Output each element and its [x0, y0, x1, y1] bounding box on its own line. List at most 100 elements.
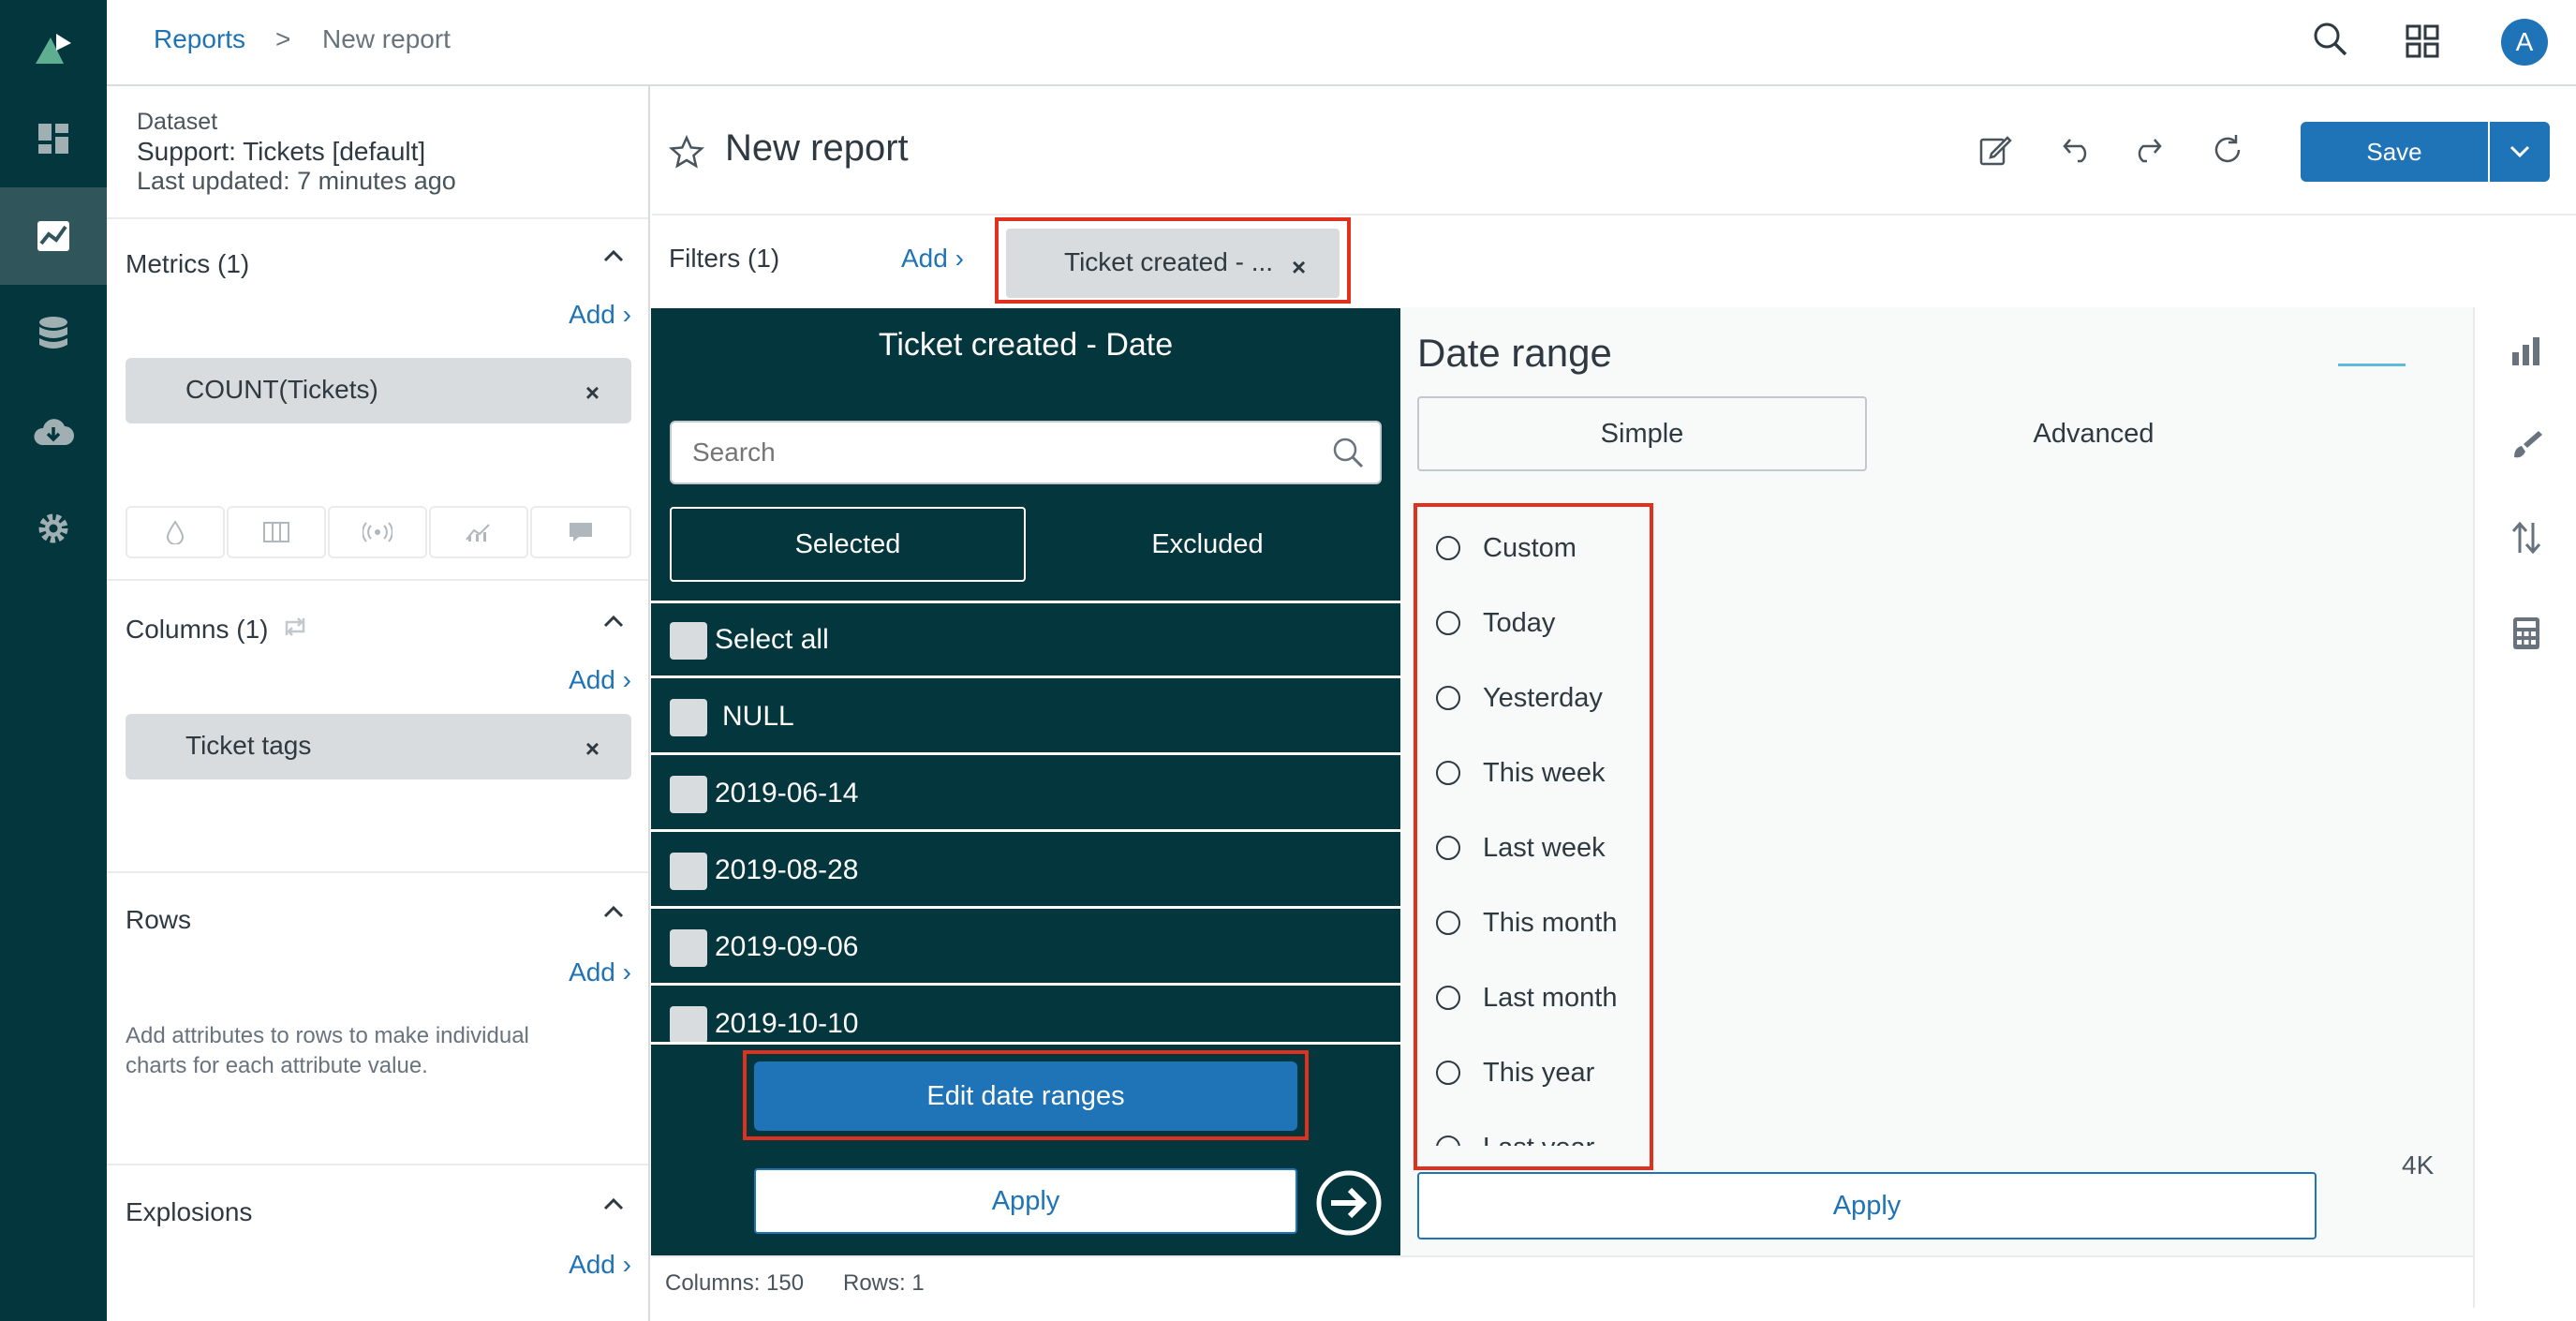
checkbox[interactable]	[670, 699, 707, 736]
dataset-heading: Dataset	[137, 109, 218, 135]
column-tool-icon[interactable]	[227, 506, 326, 558]
metric-label: COUNT(Tickets)	[185, 375, 378, 404]
remove-metric-icon[interactable]: ×	[585, 378, 600, 408]
add-metric-link[interactable]: Add ›	[569, 300, 631, 330]
list-item[interactable]: 2019-06-14	[651, 757, 1400, 832]
tab-advanced[interactable]: Advanced	[1869, 396, 2318, 471]
remove-column-icon[interactable]: ×	[585, 735, 600, 764]
add-filter-link[interactable]: Add ›	[901, 244, 964, 274]
download-cloud-icon[interactable]	[0, 382, 107, 480]
report-title[interactable]: New report	[725, 127, 909, 170]
metric-tools-toolbar	[126, 506, 631, 558]
highlight-box	[995, 217, 1351, 304]
add-column-link[interactable]: Add ›	[569, 665, 631, 695]
favorite-star-icon[interactable]	[668, 134, 705, 173]
top-bar: Reports > New report A	[107, 0, 2576, 86]
list-item-label: 2019-08-28	[715, 854, 859, 885]
add-explosion-link[interactable]: Add ›	[569, 1250, 631, 1280]
legend-line	[2338, 364, 2406, 366]
user-avatar[interactable]: A	[2501, 19, 2548, 66]
chevron-up-icon[interactable]	[603, 615, 624, 632]
columns-heading: Columns (1)	[126, 615, 269, 644]
save-options-chevron-icon[interactable]	[2490, 122, 2550, 182]
chevron-up-icon[interactable]	[603, 1197, 624, 1215]
breadcrumb-reports-link[interactable]: Reports	[154, 24, 245, 54]
explosions-heading: Explosions	[126, 1197, 253, 1226]
list-item-label: 2019-10-10	[715, 1008, 859, 1039]
status-footer: Columns: 150 Rows: 1	[652, 1255, 2473, 1308]
reports-icon[interactable]	[0, 187, 107, 285]
checkbox[interactable]	[670, 929, 707, 967]
filter-search-input[interactable]	[674, 424, 1292, 481]
edit-pencil-icon[interactable]	[1978, 133, 2012, 171]
chevron-up-icon[interactable]	[603, 905, 624, 923]
divider	[107, 579, 648, 581]
dataset-name[interactable]: Support: Tickets [default]	[137, 137, 425, 167]
apps-grid-icon[interactable]	[2406, 24, 2439, 63]
filter-values-panel: Ticket created - Date Selected Excluded …	[651, 308, 1400, 1255]
list-item[interactable]: 2019-09-06	[651, 911, 1400, 986]
calculator-icon[interactable]	[2512, 616, 2540, 655]
rows-hint: Add attributes to rows to make individua…	[126, 1023, 529, 1078]
rows-heading: Rows	[126, 905, 192, 934]
checkbox[interactable]	[670, 1006, 707, 1044]
list-item[interactable]: 2019-08-28	[651, 834, 1400, 909]
search-icon[interactable]	[1331, 436, 1365, 474]
chevron-up-icon[interactable]	[603, 249, 624, 267]
swap-icon[interactable]	[281, 613, 309, 646]
tab-selected[interactable]: Selected	[670, 507, 1026, 582]
highlight-box	[743, 1050, 1309, 1140]
logo-icon[interactable]	[0, 0, 107, 97]
drop-icon[interactable]	[126, 506, 225, 558]
list-item-label: Select all	[715, 624, 829, 655]
column-pill[interactable]: Ticket tags ×	[126, 714, 631, 779]
date-range-apply-button[interactable]: Apply	[1417, 1172, 2317, 1239]
undo-icon[interactable]	[2061, 135, 2095, 168]
report-config-panel: Dataset Support: Tickets [default] Last …	[107, 86, 650, 1321]
list-item-label: NULL	[722, 701, 794, 732]
divider	[107, 1164, 648, 1165]
signal-icon[interactable]	[328, 506, 427, 558]
filter-search-box	[670, 421, 1382, 484]
trend-chart-icon[interactable]	[429, 506, 528, 558]
report-header: New report Save	[652, 86, 2576, 215]
filter-values-list[interactable]: Select all NULL 2019-06-14 2019-08-28 20…	[651, 603, 1400, 1055]
list-item[interactable]: NULL	[651, 680, 1400, 755]
bar-chart-icon[interactable]	[2510, 335, 2542, 372]
list-item[interactable]: 2019-10-10	[651, 987, 1400, 1055]
settings-gear-icon[interactable]	[0, 480, 107, 577]
filter-bar: Filters (1) Add › Ticket created - ... ×	[652, 217, 2576, 307]
divider	[651, 1042, 1400, 1045]
breadcrumb-separator: >	[275, 24, 291, 53]
list-item[interactable]: Select all	[651, 603, 1400, 678]
list-item-label: 2019-09-06	[715, 931, 859, 962]
filter-panel-title: Ticket created - Date	[878, 327, 1174, 363]
datasets-icon[interactable]	[0, 285, 107, 382]
search-icon[interactable]	[2312, 21, 2349, 63]
y-axis-label: 4K	[2402, 1150, 2435, 1180]
filter-apply-button[interactable]: Apply	[754, 1168, 1297, 1234]
add-row-link[interactable]: Add ›	[569, 957, 631, 987]
comment-icon[interactable]	[530, 506, 631, 558]
breadcrumb-current: New report	[322, 24, 451, 53]
redo-icon[interactable]	[2130, 135, 2164, 168]
dataset-updated: Last updated: 7 minutes ago	[137, 167, 456, 195]
columns-count: Columns: 150	[665, 1270, 805, 1296]
column-label: Ticket tags	[185, 731, 312, 760]
arrow-right-circle-icon[interactable]	[1314, 1168, 1384, 1242]
paint-brush-icon[interactable]	[2510, 429, 2542, 466]
refresh-icon[interactable]	[2211, 133, 2244, 171]
checkbox[interactable]	[670, 622, 707, 660]
chart-settings-sidebar	[2473, 307, 2576, 1308]
date-range-title: Date range	[1417, 331, 1612, 375]
tab-excluded[interactable]: Excluded	[1029, 507, 1385, 582]
checkbox[interactable]	[670, 776, 707, 813]
tab-simple[interactable]: Simple	[1417, 396, 1867, 471]
checkbox[interactable]	[670, 853, 707, 890]
save-button[interactable]: Save	[2301, 122, 2488, 182]
sort-arrows-icon[interactable]	[2510, 521, 2542, 559]
date-range-panel: Date range Simple Advanced Custom Today …	[1402, 308, 2336, 1255]
dashboard-icon[interactable]	[0, 90, 107, 187]
rows-count: Rows: 1	[843, 1270, 925, 1296]
metric-pill[interactable]: COUNT(Tickets) ×	[126, 358, 631, 423]
